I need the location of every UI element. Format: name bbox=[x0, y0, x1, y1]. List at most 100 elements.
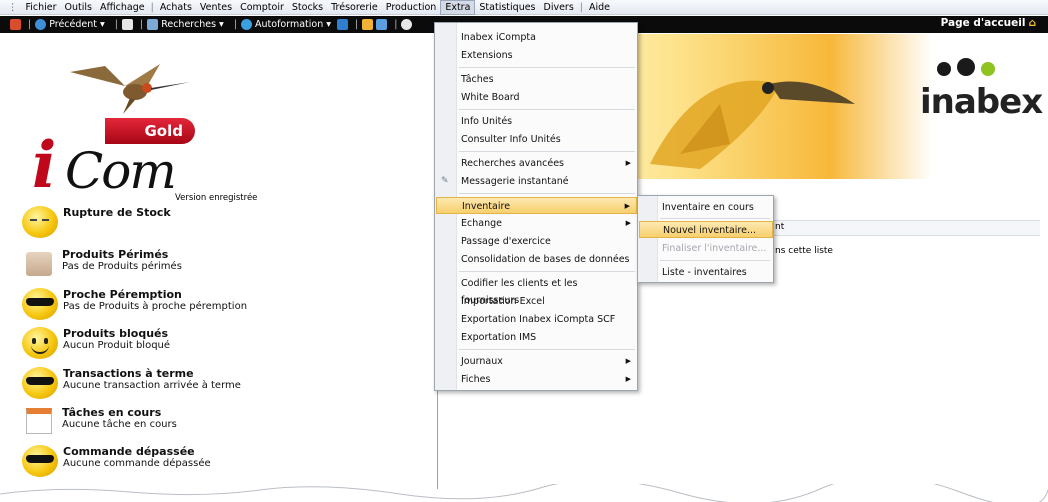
alert-subtitle: Pas de Produits périmés bbox=[62, 261, 182, 272]
chat-icon[interactable] bbox=[401, 19, 413, 30]
document-icon[interactable] bbox=[121, 19, 133, 30]
menu-item-inventaire[interactable]: Inventaire ▶ bbox=[436, 197, 637, 214]
search-button[interactable]: Recherches ▾ bbox=[147, 19, 224, 30]
menu-achats[interactable]: Achats bbox=[156, 0, 196, 15]
sleepy-smiley-icon bbox=[22, 206, 58, 238]
calendar-icon bbox=[26, 408, 52, 434]
alert-title: Proche Péremption bbox=[63, 288, 182, 301]
submenu-item-liste-inventaires[interactable]: Liste - inventaires bbox=[658, 264, 773, 281]
menu-separator: | bbox=[150, 1, 154, 13]
menu-item-inabex-icompta[interactable]: Inabex iCompta bbox=[457, 29, 637, 46]
menubar-grip-icon: ⋮ bbox=[8, 1, 18, 13]
inabex-brand-logo: inabex bbox=[920, 82, 1043, 122]
menu-item-codifier-clients[interactable]: Codifier les clients et les fournisseurs bbox=[457, 275, 637, 306]
menu-divers[interactable]: Divers bbox=[540, 0, 578, 15]
previous-label: Précédent bbox=[49, 19, 97, 30]
chart-icon[interactable] bbox=[362, 19, 374, 30]
alert-blocked-products[interactable]: Produits bloqués Aucun Produit bloqué bbox=[22, 327, 170, 359]
menu-item-info-unites[interactable]: Info Unités bbox=[457, 113, 637, 130]
autoformation-label: Autoformation bbox=[255, 19, 324, 30]
chevron-down-icon[interactable]: ▾ bbox=[326, 19, 331, 30]
smiley-icon bbox=[22, 327, 58, 359]
menu-separator bbox=[459, 151, 635, 152]
menu-extra[interactable]: Extra bbox=[440, 0, 476, 15]
previous-button[interactable]: Précédent ▾ bbox=[35, 19, 105, 30]
logo-com-text: Com bbox=[65, 142, 177, 200]
menu-fichier[interactable]: Fichier bbox=[22, 0, 61, 15]
menu-item-extensions[interactable]: Extensions bbox=[457, 47, 637, 64]
home-icon: ⌂ bbox=[1028, 17, 1036, 29]
chevron-down-icon[interactable]: ▾ bbox=[100, 19, 105, 30]
chevron-down-icon[interactable]: ▾ bbox=[219, 19, 224, 30]
alert-title: Transactions à terme bbox=[63, 367, 194, 380]
menu-item-passage-exercice[interactable]: Passage d'exercice bbox=[457, 233, 637, 250]
menu-tresorerie[interactable]: Trésorerie bbox=[327, 0, 382, 15]
menu-ventes[interactable]: Ventes bbox=[196, 0, 236, 15]
submenu-item-nouvel-inventaire[interactable]: Nouvel inventaire... bbox=[639, 221, 773, 238]
menu-outils[interactable]: Outils bbox=[61, 0, 96, 15]
menu-production[interactable]: Production bbox=[382, 0, 441, 15]
menu-item-messagerie-instantane[interactable]: Messagerie instantané bbox=[457, 173, 637, 190]
globe-icon bbox=[241, 19, 253, 30]
brand-dot-icon bbox=[937, 62, 951, 76]
alert-title: Tâches en cours bbox=[62, 406, 162, 419]
app-icon[interactable] bbox=[10, 19, 21, 30]
menu-item-white-board[interactable]: White Board bbox=[457, 89, 637, 106]
menu-separator bbox=[660, 218, 770, 219]
grid-column-header[interactable]: nt bbox=[775, 222, 784, 232]
menu-separator bbox=[459, 271, 635, 272]
sunglasses-smiley-icon bbox=[22, 367, 58, 399]
submenu-item-finaliser-inventaire: Finaliser l'inventaire... bbox=[662, 243, 767, 254]
submenu-arrow-icon: ▶ bbox=[625, 357, 631, 365]
menu-item-journaux[interactable]: Journaux ▶ bbox=[457, 353, 637, 370]
menu-stocks[interactable]: Stocks bbox=[288, 0, 327, 15]
menu-item-fiches[interactable]: Fiches ▶ bbox=[457, 371, 637, 388]
alert-subtitle: Aucune transaction arrivée à terme bbox=[63, 380, 241, 391]
menu-statistiques[interactable]: Statistiques bbox=[475, 0, 539, 15]
brand-dot-icon bbox=[957, 58, 975, 76]
alert-near-expiry[interactable]: Proche Péremption Pas de Produits à proch… bbox=[22, 288, 247, 320]
menu-aide[interactable]: Aide bbox=[585, 0, 614, 15]
menu-separator bbox=[459, 109, 635, 110]
brand-dot-icon bbox=[981, 62, 995, 76]
alert-term-transactions[interactable]: Transactions à terme Aucune transaction a… bbox=[22, 367, 241, 399]
menu-affichage[interactable]: Affichage bbox=[96, 0, 149, 15]
menu-item-exportation-ims[interactable]: Exportation IMS bbox=[457, 329, 637, 346]
alert-overdue-orders[interactable]: Commande dépassée Aucune commande dépassé… bbox=[22, 445, 211, 477]
alert-title: Produits Périmés bbox=[62, 248, 169, 261]
alert-subtitle: Aucune tâche en cours bbox=[62, 419, 177, 430]
alert-expired-products[interactable]: Produits Périmés Pas de Produits périmés bbox=[22, 248, 182, 276]
menu-separator: | bbox=[579, 1, 583, 13]
gold-badge: Gold bbox=[105, 118, 195, 144]
submenu-item-inventaire-en-cours[interactable]: Inventaire en cours bbox=[658, 199, 773, 216]
menu-item-consulter-info-unites[interactable]: Consulter Info Unités bbox=[457, 131, 637, 148]
menu-separator bbox=[459, 193, 635, 194]
alert-out-of-stock[interactable]: Rupture de Stock bbox=[22, 206, 171, 238]
alert-title: Produits bloqués bbox=[63, 327, 169, 340]
search-icon bbox=[147, 19, 159, 30]
alert-ongoing-tasks[interactable]: Tâches en cours Aucune tâche en cours bbox=[22, 406, 177, 434]
back-arrow-icon bbox=[35, 19, 47, 30]
homepage-link[interactable]: Page d'accueil ⌂ bbox=[941, 17, 1036, 29]
menu-item-importation-excel[interactable]: Importation Excel bbox=[457, 293, 637, 310]
search-label: Recherches bbox=[161, 19, 217, 30]
submenu-arrow-icon: ▶ bbox=[625, 159, 631, 167]
box-icon bbox=[26, 252, 52, 276]
extra-dropdown-menu: Inabex iCompta Extensions Tâches White B… bbox=[434, 22, 638, 391]
menu-item-recherches-avancees[interactable]: Recherches avancées ▶ bbox=[457, 155, 637, 172]
alert-title: Commande dépassée bbox=[63, 445, 195, 458]
menu-comptoir[interactable]: Comptoir bbox=[236, 0, 288, 15]
alert-subtitle: Aucune commande dépassée bbox=[63, 458, 211, 469]
menu-bar: ⋮ Fichier Outils Affichage | Achats Vent… bbox=[0, 0, 1048, 15]
menu-item-consolidation[interactable]: Consolidation de bases de données bbox=[457, 251, 637, 268]
menu-item-exportation-icompta[interactable]: Exportation Inabex iCompta SCF bbox=[457, 311, 637, 328]
submenu-arrow-icon: ▶ bbox=[624, 202, 630, 210]
autoformation-button[interactable]: Autoformation ▾ bbox=[241, 19, 331, 30]
menu-item-echange[interactable]: Echange ▶ bbox=[457, 215, 637, 232]
window-icon[interactable] bbox=[376, 19, 388, 30]
version-status: Version enregistrée bbox=[175, 193, 258, 203]
menu-item-taches[interactable]: Tâches bbox=[457, 71, 637, 88]
messenger-icon: ✎ bbox=[441, 176, 449, 186]
hummingbird-logo-icon bbox=[70, 64, 190, 114]
refresh-icon[interactable] bbox=[337, 19, 349, 30]
